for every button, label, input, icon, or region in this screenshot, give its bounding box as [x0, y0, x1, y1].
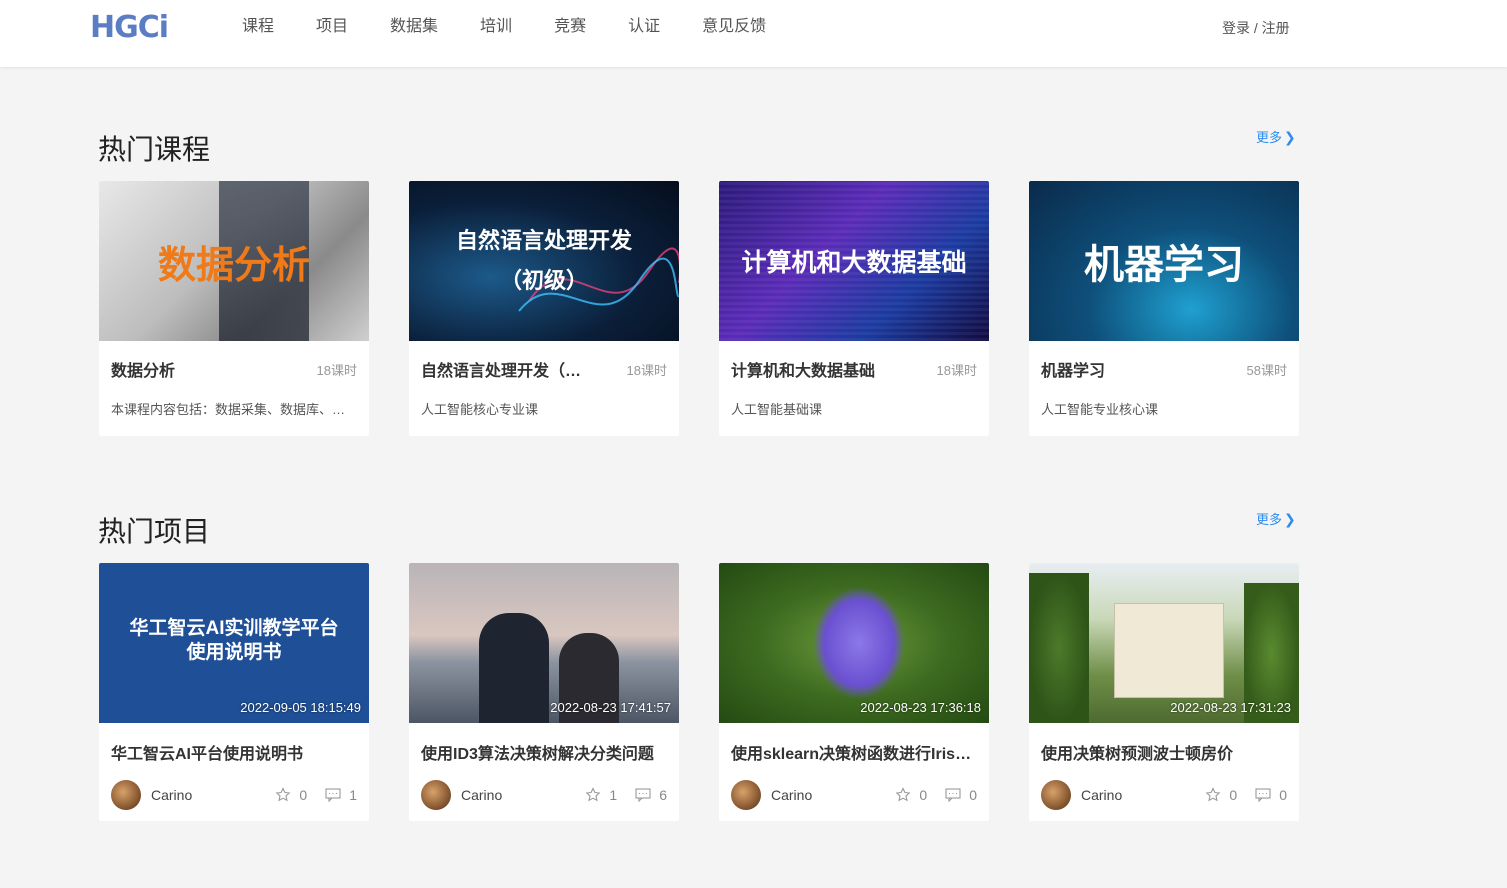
course-card[interactable]: 机器学习 机器学习 58课时 人工智能专业核心课: [1029, 181, 1299, 436]
nav-item-projects[interactable]: 项目: [316, 0, 348, 54]
comment-value: 0: [1279, 787, 1287, 803]
comment-count[interactable]: 0: [1255, 787, 1287, 803]
tree-shape: [1029, 573, 1089, 723]
comment-icon: [325, 788, 341, 802]
avatar: [1041, 780, 1071, 810]
course-thumbnail: 计算机和大数据基础: [719, 181, 989, 341]
project-date: 2022-09-05 18:15:49: [240, 700, 361, 715]
course-hours: 18课时: [626, 362, 667, 378]
star-value: 1: [609, 787, 618, 803]
course-name: 自然语言处理开发（初级）: [421, 363, 591, 380]
iris-flower-shape: [814, 588, 904, 698]
star-icon: [1205, 787, 1221, 802]
project-name: 使用ID3算法决策树解决分类问题: [421, 746, 654, 763]
site-logo[interactable]: HGCi: [90, 10, 169, 45]
section-title-courses: 热门课程: [98, 134, 211, 165]
author-name: Carino: [771, 787, 813, 803]
course-hours: 58课时: [1246, 362, 1287, 378]
course-hours: 18课时: [936, 362, 977, 378]
comment-value: 1: [349, 787, 357, 803]
author-name: Carino: [1081, 787, 1123, 803]
comment-count[interactable]: 0: [945, 787, 977, 803]
top-header: HGCi 课程 项目 数据集 培训 竞赛 认证 意见反馈 登录 / 注册: [0, 0, 1507, 67]
comment-count[interactable]: 6: [635, 787, 667, 803]
star-icon: [585, 787, 601, 802]
more-projects-link[interactable]: 更多 ❯: [1256, 509, 1296, 528]
project-card[interactable]: 2022-08-23 17:41:57 使用ID3算法决策树解决分类问题 Car…: [409, 563, 679, 821]
course-thumbnail: 自然语言处理开发 （初级）: [409, 181, 679, 341]
course-thumbnail: 数据分析: [99, 181, 369, 341]
comment-value: 6: [659, 787, 667, 803]
project-name: 华工智云AI平台使用说明书: [111, 746, 304, 763]
project-name: 使用决策树预测波士顿房价: [1041, 746, 1234, 763]
star-icon: [895, 787, 911, 802]
person-silhouette: [479, 613, 549, 723]
course-description: 本课程内容包括：数据采集、数据库、数据预处理、数据可视化: [111, 402, 357, 417]
course-name: 机器学习: [1041, 363, 1106, 380]
star-value: 0: [919, 787, 928, 803]
star-value: 0: [1229, 787, 1238, 803]
course-description: 人工智能专业核心课: [1041, 402, 1159, 417]
project-thumbnail: 2022-08-23 17:31:23: [1029, 563, 1299, 723]
comment-icon: [945, 788, 961, 802]
star-count[interactable]: 0: [895, 787, 927, 803]
author-name: Carino: [151, 787, 193, 803]
star-count[interactable]: 0: [1205, 787, 1237, 803]
course-hours: 18课时: [316, 362, 357, 378]
course-name: 数据分析: [111, 363, 176, 380]
avatar: [421, 780, 451, 810]
course-card[interactable]: 计算机和大数据基础 计算机和大数据基础 18课时 人工智能基础课: [719, 181, 989, 436]
avatar: [111, 780, 141, 810]
main-nav: 课程 项目 数据集 培训 竞赛 认证 意见反馈: [242, 0, 808, 54]
comment-icon: [635, 788, 651, 802]
chevron-right-icon: ❯: [1284, 129, 1296, 145]
nav-item-datasets[interactable]: 数据集: [390, 0, 438, 54]
nav-item-competition[interactable]: 竞赛: [554, 0, 586, 54]
project-card[interactable]: 2022-08-23 17:36:18 使用sklearn决策树函数进行Iris…: [719, 563, 989, 821]
thumbnail-title: 自然语言处理开发 （初级）: [455, 228, 632, 293]
nav-item-certification[interactable]: 认证: [628, 0, 660, 54]
nav-item-courses[interactable]: 课程: [242, 0, 274, 54]
star-value: 0: [299, 787, 308, 803]
star-count[interactable]: 1: [585, 787, 617, 803]
nav-item-feedback[interactable]: 意见反馈: [702, 0, 766, 54]
more-label: 更多: [1256, 512, 1283, 527]
more-label: 更多: [1256, 130, 1283, 145]
thumbnail-title: 计算机和大数据基础: [741, 249, 967, 277]
star-count[interactable]: 0: [275, 787, 307, 803]
comment-icon: [1255, 788, 1271, 802]
login-register-link[interactable]: 登录 / 注册: [1222, 18, 1290, 38]
chevron-right-icon: ❯: [1284, 511, 1296, 527]
section-title-projects: 热门项目: [98, 516, 211, 547]
project-date: 2022-08-23 17:36:18: [860, 700, 981, 715]
comment-count[interactable]: 1: [325, 787, 357, 803]
course-description: 人工智能基础课: [731, 402, 823, 417]
course-thumbnail: 机器学习: [1029, 181, 1299, 341]
author-name: Carino: [461, 787, 503, 803]
more-courses-link[interactable]: 更多 ❯: [1256, 127, 1296, 146]
project-date: 2022-08-23 17:31:23: [1170, 700, 1291, 715]
course-card[interactable]: 数据分析 数据分析 18课时 本课程内容包括：数据采集、数据库、数据预处理、数据…: [99, 181, 369, 436]
project-thumbnail: 2022-08-23 17:36:18: [719, 563, 989, 723]
project-date: 2022-08-23 17:41:57: [550, 700, 671, 715]
house-shape: [1114, 603, 1224, 698]
thumbnail-title: 机器学习: [1084, 243, 1244, 287]
nav-item-training[interactable]: 培训: [480, 0, 512, 54]
comment-value: 0: [969, 787, 977, 803]
course-name: 计算机和大数据基础: [731, 363, 876, 380]
avatar: [731, 780, 761, 810]
project-name: 使用sklearn决策树函数进行Iris分类: [731, 746, 977, 763]
course-description: 人工智能核心专业课: [421, 402, 539, 417]
project-card[interactable]: 2022-08-23 17:31:23 使用决策树预测波士顿房价 Carino …: [1029, 563, 1299, 821]
project-thumbnail: 华工智云AI实训教学平台 使用说明书 2022-09-05 18:15:49: [99, 563, 369, 723]
course-card[interactable]: 自然语言处理开发 （初级） 自然语言处理开发（初级） 18课时 人工智能核心专业…: [409, 181, 679, 436]
star-icon: [275, 787, 291, 802]
thumbnail-title: 华工智云AI实训教学平台 使用说明书: [129, 618, 339, 663]
project-thumbnail: 2022-08-23 17:41:57: [409, 563, 679, 723]
project-card[interactable]: 华工智云AI实训教学平台 使用说明书 2022-09-05 18:15:49 华…: [99, 563, 369, 821]
thumbnail-title: 数据分析: [157, 244, 310, 287]
